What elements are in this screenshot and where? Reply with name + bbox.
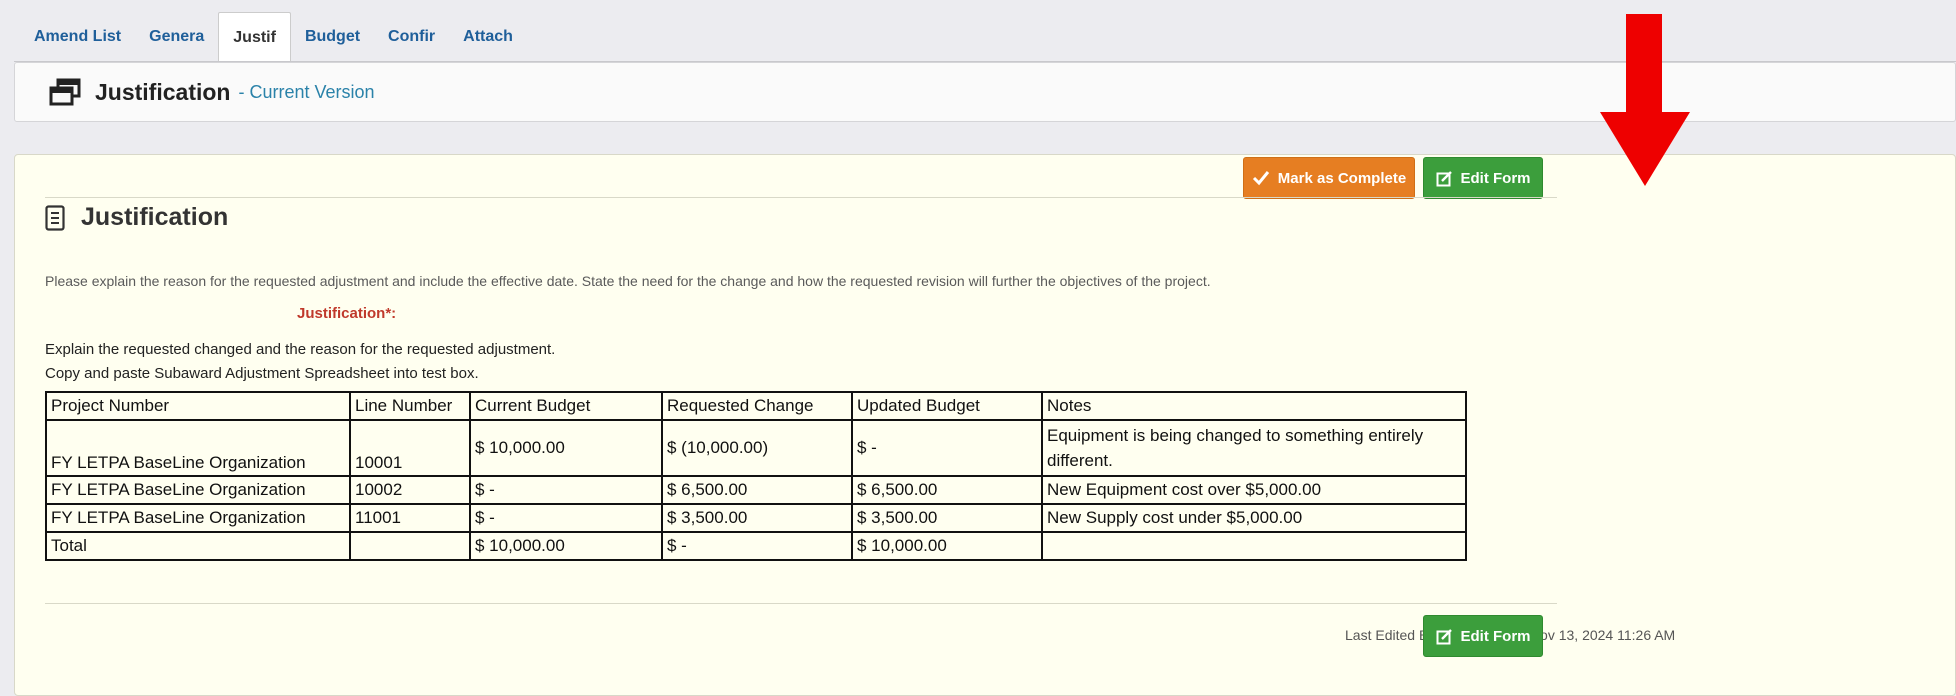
cell-project-number: FY LETPA BaseLine Organization — [45, 475, 351, 505]
footer-divider — [45, 603, 1557, 604]
red-arrow-annotation — [1600, 14, 1690, 186]
cell-current-budget: $ - — [469, 503, 663, 533]
cell-current-budget: $ - — [469, 475, 663, 505]
cell-requested-change: $ 3,500.00 — [661, 503, 853, 533]
edit-form-label: Edit Form — [1460, 627, 1531, 645]
subaward-adjustment-table: Project Number Line Number Current Budge… — [45, 391, 1467, 561]
header-project-number: Project Number — [45, 391, 351, 421]
justification-panel: Justification Mark as Complete Edit Form… — [14, 154, 1956, 696]
cell-line-number: 11001 — [349, 503, 471, 533]
edit-icon — [1436, 170, 1452, 186]
cell-requested-change: $ - — [661, 531, 853, 561]
table-total-row: Total $ 10,000.00 $ - $ 10,000.00 — [45, 531, 1467, 561]
mark-complete-button[interactable]: Mark as Complete — [1243, 157, 1415, 199]
edit-icon — [1436, 628, 1452, 644]
cell-line-number: 10002 — [349, 475, 471, 505]
cell-line-number: 10001 — [349, 419, 471, 477]
table-row: FY LETPA BaseLine Organization 11001 $ -… — [45, 503, 1467, 533]
header-notes: Notes — [1041, 391, 1467, 421]
table-header-row: Project Number Line Number Current Budge… — [45, 391, 1467, 421]
cell-notes — [1041, 531, 1467, 561]
cell-updated-budget: $ 6,500.00 — [851, 475, 1043, 505]
header-current-budget: Current Budget — [469, 391, 663, 421]
tab-bar: Amend List Genera Justif Budget Confir A… — [20, 12, 527, 62]
cell-updated-budget: $ 10,000.00 — [851, 531, 1043, 561]
table-row: FY LETPA BaseLine Organization 10002 $ -… — [45, 475, 1467, 505]
cell-notes: Equipment is being changed to something … — [1041, 419, 1467, 477]
cell-current-budget: $ 10,000.00 — [469, 419, 663, 477]
tab-confirm[interactable]: Confir — [374, 12, 449, 62]
header-updated-budget: Updated Budget — [851, 391, 1043, 421]
justification-text-line2: Copy and paste Subaward Adjustment Sprea… — [45, 365, 479, 382]
panel-header: Justification — [45, 203, 228, 232]
version-title: Justification — [95, 78, 231, 105]
cell-updated-budget: $ 3,500.00 — [851, 503, 1043, 533]
justification-text-line1: Explain the requested changed and the re… — [45, 341, 556, 358]
cell-current-budget: $ 10,000.00 — [469, 531, 663, 561]
document-icon — [45, 204, 65, 231]
cell-requested-change: $ 6,500.00 — [661, 475, 853, 505]
cell-project-number: FY LETPA BaseLine Organization — [45, 419, 351, 477]
header-line-number: Line Number — [349, 391, 471, 421]
cell-line-number — [349, 531, 471, 561]
version-subtitle: - Current Version — [238, 81, 375, 102]
page: Amend List Genera Justif Budget Confir A… — [0, 0, 1956, 696]
tab-budget[interactable]: Budget — [291, 12, 374, 62]
cell-total-label: Total — [45, 531, 351, 561]
instructions-text: Please explain the reason for the reques… — [45, 273, 1211, 289]
tab-amend-list[interactable]: Amend List — [20, 12, 135, 62]
header-divider — [45, 197, 1557, 198]
cell-project-number: FY LETPA BaseLine Organization — [45, 503, 351, 533]
cell-updated-budget: $ - — [851, 419, 1043, 477]
cell-requested-change: $ (10,000.00) — [661, 419, 853, 477]
cell-notes: New Supply cost under $5,000.00 — [1041, 503, 1467, 533]
justification-field-label: Justification*: — [297, 305, 397, 322]
window-restore-icon — [49, 78, 81, 106]
cell-notes: New Equipment cost over $5,000.00 — [1041, 475, 1467, 505]
tab-justification[interactable]: Justif — [218, 12, 291, 62]
tab-general[interactable]: Genera — [135, 12, 218, 62]
edit-form-button-top[interactable]: Edit Form — [1423, 157, 1543, 199]
panel-title: Justification — [81, 203, 229, 231]
table-row: FY LETPA BaseLine Organization 10001 $ 1… — [45, 419, 1467, 477]
edit-form-label: Edit Form — [1460, 169, 1531, 187]
edit-form-button-bottom[interactable]: Edit Form — [1423, 615, 1543, 657]
tab-attach[interactable]: Attach — [449, 12, 527, 62]
header-requested-change: Requested Change — [661, 391, 853, 421]
mark-complete-label: Mark as Complete — [1277, 169, 1407, 187]
checkmark-icon — [1252, 171, 1269, 186]
